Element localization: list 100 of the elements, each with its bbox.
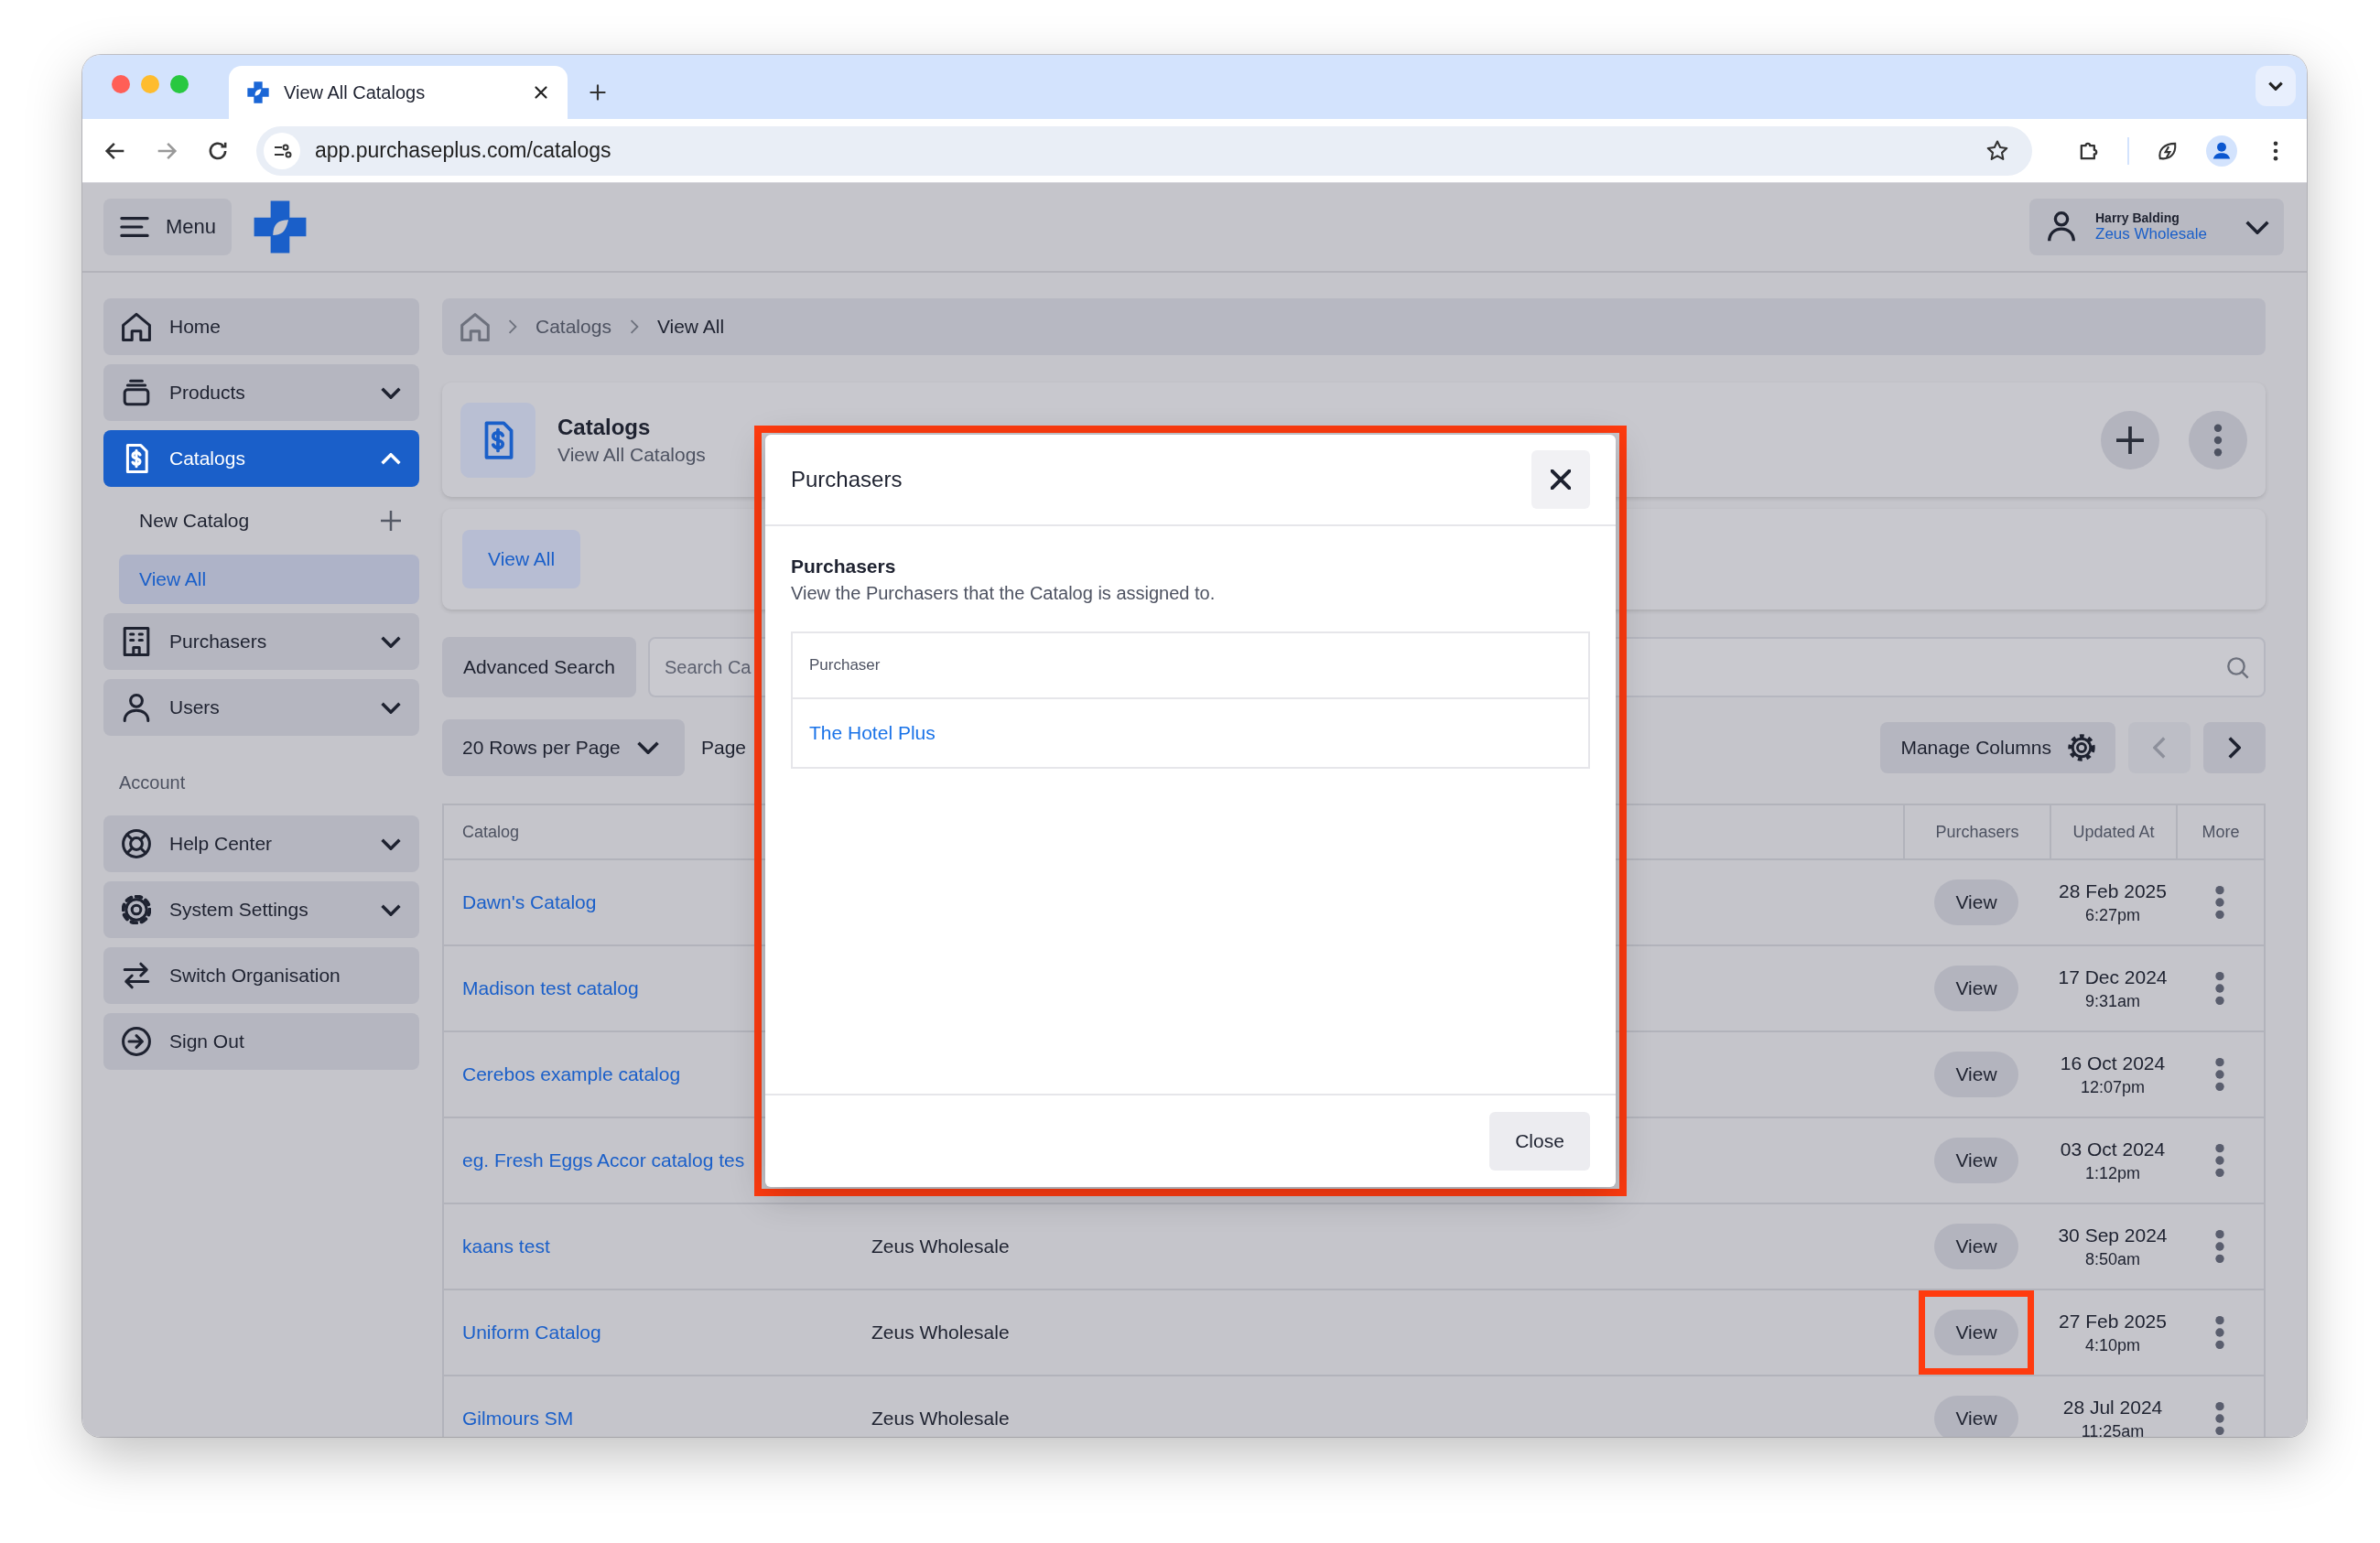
sidebar-item[interactable]: System Settings: [103, 881, 419, 938]
manage-columns-button[interactable]: Manage Columns: [1880, 722, 2115, 773]
close-button[interactable]: Close: [1489, 1112, 1590, 1171]
date-text: 30 Sep 2024: [2058, 1224, 2168, 1246]
kebab-icon[interactable]: [2215, 1229, 2224, 1264]
tab-title: View All Catalogs: [284, 81, 427, 103]
date-text: 03 Oct 2024: [2060, 1138, 2166, 1160]
view-button[interactable]: View: [1934, 879, 2018, 925]
kebab-icon[interactable]: [2215, 1143, 2224, 1178]
date-text: 17 Dec 2024: [2058, 966, 2168, 988]
time-text: 6:27pm: [2084, 905, 2140, 925]
sidebar-subitem[interactable]: New Catalog: [119, 496, 419, 545]
next-page-button[interactable]: [2203, 722, 2266, 773]
view-button[interactable]: View: [1934, 1396, 2018, 1437]
purchaser-link[interactable]: The Hotel Plus: [809, 722, 936, 744]
section-description: View the Purchasers that the Catalog is assigned to.: [791, 583, 1217, 604]
chevron-down-icon: [2245, 220, 2269, 234]
chevron-left-icon: [2153, 737, 2166, 759]
page-label: Page: [701, 737, 747, 759]
close-button[interactable]: [1531, 450, 1590, 509]
section-heading: Account: [118, 772, 187, 794]
column-header: Updated At: [2072, 822, 2155, 842]
date-text: 27 Feb 2025: [2059, 1310, 2167, 1333]
sidebar-item[interactable]: Home: [103, 298, 419, 355]
sidebar-item[interactable]: Catalogs: [103, 430, 419, 487]
breadcrumb-link[interactable]: Catalogs: [536, 316, 611, 338]
date-text: 28 Jul 2024: [2062, 1396, 2163, 1419]
section-title: Purchasers: [791, 556, 897, 577]
kebab-icon: [2213, 423, 2223, 457]
close-icon: [1551, 469, 1571, 490]
kebab-icon[interactable]: [2215, 885, 2224, 920]
chevron-down-icon: [636, 741, 659, 754]
search-icon[interactable]: [2227, 657, 2249, 679]
advanced-search-button[interactable]: Advanced Search: [442, 637, 636, 697]
address-bar[interactable]: app.purchaseplus.com/catalogs: [256, 125, 2032, 176]
dialog-title: Purchasers: [791, 467, 903, 492]
user-icon: [2048, 211, 2075, 243]
plus-icon: [381, 511, 401, 531]
view-button[interactable]: View: [1934, 1138, 2018, 1183]
home-icon[interactable]: [460, 312, 490, 341]
table-cell: Zeus Wholesale: [871, 1322, 1010, 1343]
site-info-icon[interactable]: [264, 132, 300, 169]
sidebar-item[interactable]: Help Center: [103, 815, 419, 872]
sidebar-item[interactable]: Products: [103, 364, 419, 421]
rows-per-page-dropdown[interactable]: 20 Rows per Page: [442, 719, 685, 776]
user-name: Harry Balding: [2095, 210, 2180, 225]
table-cell: Zeus Wholesale: [871, 1408, 1010, 1430]
sidebar-item[interactable]: Sign Out: [103, 1013, 419, 1070]
logo-icon[interactable]: [252, 199, 308, 255]
sidebar-item[interactable]: Purchasers: [103, 613, 419, 670]
building-icon: [122, 627, 151, 656]
organisation-name: Zeus Wholesale: [2095, 225, 2207, 243]
breadcrumb-link[interactable]: View All: [656, 316, 725, 338]
menu-icon: [120, 217, 149, 237]
page-title: Catalogs: [557, 414, 652, 440]
gear-icon: [122, 895, 151, 924]
date-text: 16 Oct 2024: [2060, 1052, 2166, 1074]
user-menu-button[interactable]: Harry Balding Zeus Wholesale: [2029, 199, 2284, 255]
chevron-down-icon: [381, 635, 401, 648]
time-text: 8:50am: [2084, 1249, 2140, 1269]
time-text: 9:31am: [2084, 991, 2140, 1011]
chevron-down-icon: [2268, 81, 2283, 91]
kebab-icon[interactable]: [2215, 1057, 2224, 1092]
kebab-icon[interactable]: [2215, 1315, 2224, 1350]
view-button[interactable]: View: [1934, 1224, 2018, 1269]
date-text: 28 Feb 2025: [2059, 879, 2167, 902]
chevron-down-icon: [381, 386, 401, 399]
view-button[interactable]: View: [1934, 1310, 2018, 1355]
chevron-down-icon: [381, 903, 401, 916]
user-icon: [122, 693, 151, 722]
sidebar-item[interactable]: Users: [103, 679, 419, 736]
view-button[interactable]: View: [1934, 1052, 2018, 1097]
view-button[interactable]: View: [1934, 966, 2018, 1011]
column-header: Catalog: [462, 822, 520, 842]
gear-icon: [2068, 734, 2095, 761]
chevron-up-icon: [381, 452, 401, 465]
dollar-document-icon: [460, 402, 536, 478]
plus-icon: [2116, 426, 2144, 454]
chevron-down-icon: [381, 837, 401, 850]
time-text: 12:07pm: [2080, 1077, 2146, 1097]
time-text: 1:12pm: [2084, 1163, 2140, 1183]
chevron-right-icon: [508, 319, 517, 334]
profile-icon[interactable]: [2206, 135, 2237, 167]
swap-arrows-icon: [122, 961, 151, 990]
lifebuoy-icon: [122, 829, 151, 858]
chevron-right-icon: [2228, 737, 2241, 759]
browser-tab[interactable]: View All Catalogs: [229, 66, 568, 119]
kebab-icon[interactable]: [2215, 971, 2224, 1006]
kebab-icon[interactable]: [2215, 1401, 2224, 1436]
time-text: 4:10pm: [2084, 1335, 2140, 1355]
page-subtitle: View All Catalogs: [557, 443, 706, 466]
column-header: Purchasers: [1935, 822, 2019, 842]
sidebar-item[interactable]: Switch Organisation: [103, 947, 419, 1004]
chevron-right-icon: [629, 319, 639, 334]
menu-button[interactable]: Menu: [103, 199, 232, 255]
table-cell: Zeus Wholesale: [871, 1235, 1010, 1257]
home-icon: [122, 312, 151, 341]
column-header: More: [2202, 822, 2240, 842]
exit-icon: [122, 1027, 151, 1056]
tab-list-button[interactable]: [2256, 66, 2296, 106]
